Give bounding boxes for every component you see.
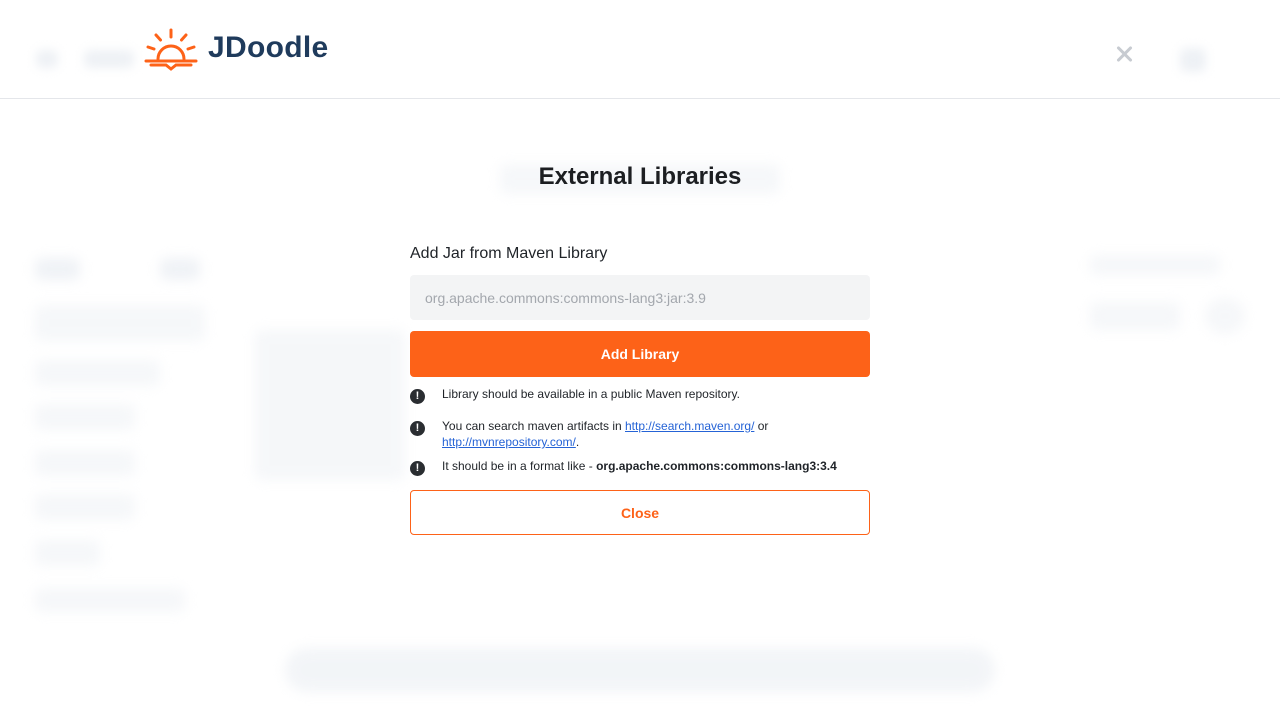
bg-user-shape (1180, 48, 1206, 72)
note-text-prefix: You can search maven artifacts in (442, 419, 625, 433)
mvnrepository-link[interactable]: http://mvnrepository.com/ (442, 435, 576, 449)
brand-name[interactable]: JDoodle (208, 31, 328, 65)
bg-hamburger-shape (36, 50, 58, 68)
info-note-format: ! It should be in a format like - org.ap… (410, 458, 870, 480)
note-text-middle: or (754, 419, 769, 433)
search-maven-link[interactable]: http://search.maven.org/ (625, 419, 754, 433)
maven-field-label: Add Jar from Maven Library (410, 245, 608, 262)
format-example: org.apache.commons:commons-lang3:3.4 (596, 459, 837, 473)
exclamation-circle-icon: ! (410, 389, 425, 404)
modal-title: External Libraries (538, 163, 742, 190)
jdoodle-sun-logo-icon (144, 28, 198, 71)
close-button[interactable]: Close (410, 490, 870, 535)
note-text: It should be in a format like - org.apac… (442, 458, 870, 474)
note-text: Library should be available in a public … (442, 387, 740, 401)
add-library-button[interactable]: Add Library (410, 331, 870, 377)
external-libraries-modal: External Libraries Add Jar from Maven Li… (0, 99, 1280, 720)
bg-nav-shape (84, 50, 134, 68)
top-header: JDoodle (0, 0, 1280, 99)
note-text-suffix: . (575, 435, 580, 449)
info-note-search: ! You can search maven artifacts in http… (410, 418, 870, 452)
exclamation-circle-icon: ! (410, 421, 425, 436)
info-note-repository: ! Library should be available in a publi… (410, 386, 870, 408)
maven-library-input[interactable] (410, 275, 870, 320)
note-format-prefix: It should be in a format like - (442, 459, 597, 473)
note-text: You can search maven artifacts in http:/… (442, 418, 870, 450)
close-icon[interactable] (1112, 42, 1136, 66)
exclamation-circle-icon: ! (410, 461, 425, 476)
